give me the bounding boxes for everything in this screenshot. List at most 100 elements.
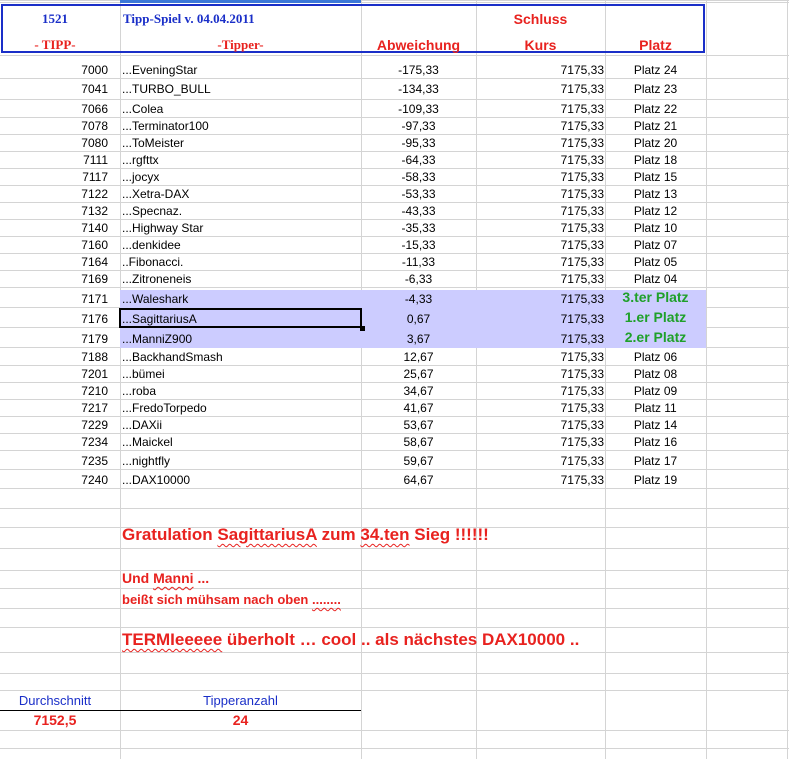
col-header-tipper[interactable]: -Tipper- [120,38,361,52]
cell-abweichung[interactable]: -109,33 [361,102,476,116]
cell-tipp[interactable]: 7080 [0,136,108,150]
cell-tipper[interactable]: ...bümei [122,367,358,381]
cell-tipper[interactable]: ...BackhandSmash [122,350,358,364]
cell-kurs[interactable]: 7175,33 [476,255,604,269]
cell-platz[interactable]: Platz 05 [605,255,706,269]
cell-kurs[interactable]: 7175,33 [476,204,604,218]
cell-kurs[interactable]: 7175,33 [476,435,604,449]
cell-tipp[interactable]: 7217 [0,401,108,415]
cell-tipper[interactable]: ...TURBO_BULL [122,82,358,96]
cell-tipper[interactable]: ...ManniZ900 [122,332,358,346]
cell-kurs[interactable]: 7175,33 [476,153,604,167]
cell-abweichung[interactable]: -35,33 [361,221,476,235]
cell-kurs[interactable]: 7175,33 [476,292,604,306]
cell-platz[interactable]: Platz 11 [605,401,706,415]
cell-platz[interactable]: Platz 16 [605,435,706,449]
cell-kurs[interactable]: 7175,33 [476,384,604,398]
cell-tipp[interactable]: 7164 [0,255,108,269]
cell-kurs[interactable]: 7175,33 [476,170,604,184]
cell-abweichung[interactable]: -6,33 [361,272,476,286]
cell-tipper[interactable]: ...FredoTorpedo [122,401,358,415]
cell-tipper[interactable]: ...Zitroneneis [122,272,358,286]
cell-tipp[interactable]: 7235 [0,454,108,468]
cell-abweichung[interactable]: 59,67 [361,454,476,468]
schluss-label[interactable]: Schluss [476,12,605,26]
cell-tipper[interactable]: ...denkidee [122,238,358,252]
cell-platz[interactable]: Platz 07 [605,238,706,252]
spreadsheet[interactable]: 1521 Tipp-Spiel v. 04.04.2011 Schluss - … [0,0,789,759]
cell-tipper[interactable]: ...DAX10000 [122,473,358,487]
beisst-message[interactable]: beißt sich mühsam nach oben ........ [122,591,341,608]
cell-platz[interactable]: Platz 10 [605,221,706,235]
cell-abweichung[interactable]: -134,33 [361,82,476,96]
cell-platz[interactable]: Platz 13 [605,187,706,201]
cell-platz[interactable]: Platz 09 [605,384,706,398]
cell-abweichung[interactable]: -64,33 [361,153,476,167]
col-header-platz[interactable]: Platz [605,38,706,52]
cell-kurs[interactable]: 7175,33 [476,221,604,235]
cell-tipper[interactable]: ...Specnaz. [122,204,358,218]
cell-kurs[interactable]: 7175,33 [476,350,604,364]
cell-tipper[interactable]: ...Highway Star [122,221,358,235]
cell-tipper[interactable]: ...DAXii [122,418,358,432]
cell-tipper[interactable]: ...EveningStar [122,63,358,77]
cell-platz[interactable]: Platz 20 [605,136,706,150]
cell-abweichung[interactable]: -53,33 [361,187,476,201]
cell-tipp[interactable]: 7066 [0,102,108,116]
col-header-kurs[interactable]: Kurs [476,38,605,52]
cell-platz[interactable]: Platz 19 [605,473,706,487]
cell-platz[interactable]: Platz 17 [605,454,706,468]
cell-platz[interactable]: Platz 12 [605,204,706,218]
cell-tipper[interactable]: ...Colea [122,102,358,116]
cell-tipper[interactable]: ...jocyx [122,170,358,184]
cell-tipp[interactable]: 7176 [0,312,108,326]
cell-tipp[interactable]: 7179 [0,332,108,346]
cell-tipper[interactable]: ...Terminator100 [122,119,358,133]
und-manni-message[interactable]: Und Manni ... [122,570,209,587]
cell-tipp[interactable]: 7160 [0,238,108,252]
cell-platz[interactable]: Platz 04 [605,272,706,286]
cell-kurs[interactable]: 7175,33 [476,63,604,77]
cell-tipp[interactable]: 7132 [0,204,108,218]
cell-abweichung[interactable]: 53,67 [361,418,476,432]
cell-kurs[interactable]: 7175,33 [476,102,604,116]
cell-platz[interactable]: Platz 18 [605,153,706,167]
cell-abweichung[interactable]: -11,33 [361,255,476,269]
cell-tipp[interactable]: 7078 [0,119,108,133]
durchschnitt-value[interactable]: 7152,5 [0,713,110,727]
fill-handle[interactable] [360,326,365,331]
tipperanzahl-label[interactable]: Tipperanzahl [120,694,361,708]
cell-tipper[interactable]: ...rgfttx [122,153,358,167]
cell-platz[interactable]: Platz 15 [605,170,706,184]
cell-platz[interactable]: Platz 24 [605,63,706,77]
cell-tipper[interactable]: ...ToMeister [122,136,358,150]
cell-abweichung[interactable]: 0,67 [361,312,476,326]
game-title[interactable]: Tipp-Spiel v. 04.04.2011 [123,12,255,26]
cell-kurs[interactable]: 7175,33 [476,136,604,150]
col-header-tipp[interactable]: - TIPP- [0,38,110,52]
cell-platz[interactable]: Platz 23 [605,82,706,96]
cell-abweichung[interactable]: -95,33 [361,136,476,150]
cell-tipper[interactable]: ...nightfly [122,454,358,468]
termi-message[interactable]: TERMIeeeee überholt … cool .. als nächst… [122,630,579,650]
cell-kurs[interactable]: 7175,33 [476,119,604,133]
cell-platz[interactable]: 2.er Platz [605,330,706,344]
cell-abweichung[interactable]: -175,33 [361,63,476,77]
cell-tipp[interactable]: 7201 [0,367,108,381]
cell-platz[interactable]: Platz 21 [605,119,706,133]
cell-kurs[interactable]: 7175,33 [476,367,604,381]
cell-tipp[interactable]: 7000 [0,63,108,77]
cell-abweichung[interactable]: 34,67 [361,384,476,398]
cell-abweichung[interactable]: 41,67 [361,401,476,415]
cell-kurs[interactable]: 7175,33 [476,272,604,286]
cell-platz[interactable]: Platz 22 [605,102,706,116]
cell-tipper[interactable]: ...roba [122,384,358,398]
cell-tipp[interactable]: 7122 [0,187,108,201]
cell-abweichung[interactable]: 3,67 [361,332,476,346]
cell-platz[interactable]: Platz 14 [605,418,706,432]
cell-platz[interactable]: 3.ter Platz [605,290,706,304]
cell-abweichung[interactable]: -4,33 [361,292,476,306]
cell-kurs[interactable]: 7175,33 [476,401,604,415]
cell-kurs[interactable]: 7175,33 [476,418,604,432]
cell-abweichung[interactable]: 12,67 [361,350,476,364]
